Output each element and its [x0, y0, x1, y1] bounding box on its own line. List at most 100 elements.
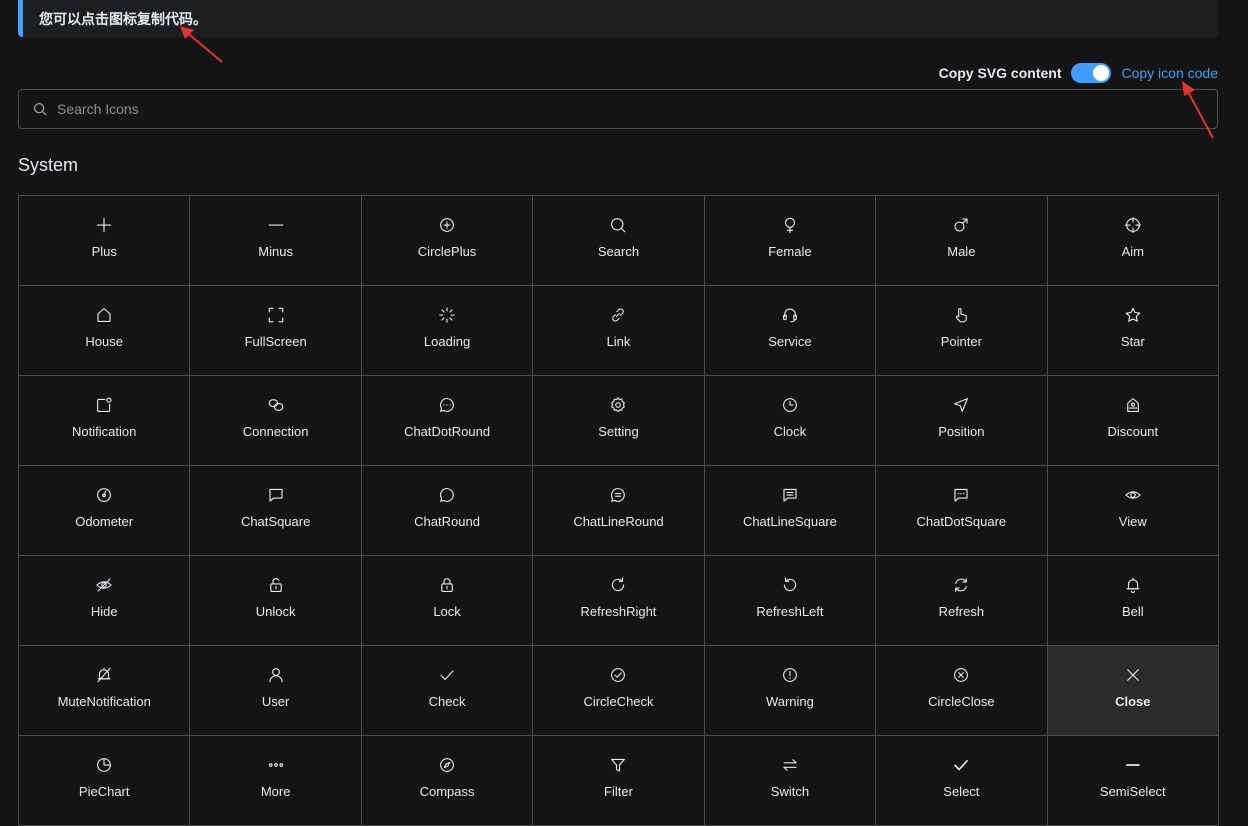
- chat-line-square-icon: [781, 486, 799, 504]
- icon-item[interactable]: ChatRound: [361, 466, 534, 556]
- icon-item[interactable]: Pointer: [876, 286, 1048, 376]
- icon-item[interactable]: Lock: [361, 556, 534, 646]
- icon-item[interactable]: RefreshLeft: [704, 556, 877, 646]
- icon-item[interactable]: MuteNotification: [19, 646, 191, 736]
- icon-item-label: Male: [947, 244, 976, 259]
- icon-item[interactable]: Position: [876, 376, 1048, 466]
- icon-item[interactable]: Check: [361, 646, 534, 736]
- icon-item[interactable]: Connection: [190, 376, 362, 466]
- icon-item[interactable]: Bell: [1047, 556, 1219, 646]
- icon-item-label: MuteNotification: [57, 694, 151, 709]
- icon-item[interactable]: ChatLineSquare: [704, 466, 877, 556]
- setting-icon: [609, 396, 627, 414]
- icon-item-label: Service: [768, 334, 812, 349]
- icon-item[interactable]: FullScreen: [190, 286, 362, 376]
- icon-item-label: Lock: [433, 604, 461, 619]
- icon-item-label: Bell: [1121, 604, 1144, 619]
- icon-item-label: Search: [597, 244, 640, 259]
- tip-banner: 您可以点击图标复制代码。: [18, 0, 1218, 37]
- icon-item[interactable]: Female: [704, 196, 877, 286]
- icon-item[interactable]: Male: [876, 196, 1048, 286]
- compass-icon: [438, 756, 456, 774]
- icon-item-label: View: [1118, 514, 1147, 529]
- icon-item[interactable]: Aim: [1047, 196, 1219, 286]
- icon-item[interactable]: RefreshRight: [533, 556, 705, 646]
- icon-item[interactable]: Notification: [19, 376, 191, 466]
- chat-square-icon: [267, 486, 285, 504]
- copy-options: Copy SVG content Copy icon code: [939, 61, 1218, 85]
- icon-item[interactable]: Star: [1047, 286, 1219, 376]
- search-icon: [609, 216, 627, 234]
- notification-icon: [95, 396, 113, 414]
- icon-item[interactable]: Select: [876, 736, 1048, 826]
- icon-item[interactable]: User: [190, 646, 362, 736]
- icon-item[interactable]: Discount: [1047, 376, 1219, 466]
- icon-item[interactable]: CircleCheck: [533, 646, 705, 736]
- icon-item-label: Female: [768, 244, 812, 259]
- icon-item[interactable]: Hide: [19, 556, 191, 646]
- copy-svg-toggle[interactable]: [1071, 63, 1112, 83]
- icon-item[interactable]: View: [1047, 466, 1219, 556]
- plus-icon: [95, 216, 113, 234]
- icon-item[interactable]: ChatLineRound: [533, 466, 705, 556]
- section-title: System: [18, 155, 79, 175]
- refresh-right-icon: [609, 576, 627, 594]
- loading-icon: [438, 306, 456, 324]
- icon-item[interactable]: Switch: [704, 736, 877, 826]
- icon-item-label: House: [85, 334, 123, 349]
- icon-item[interactable]: PieChart: [19, 736, 191, 826]
- icon-item[interactable]: Service: [704, 286, 877, 376]
- icon-item[interactable]: ChatDotRound: [361, 376, 534, 466]
- icon-item-label: ChatLineSquare: [742, 514, 837, 529]
- lock-icon: [438, 576, 456, 594]
- filter-icon: [609, 756, 627, 774]
- refresh-left-icon: [781, 576, 799, 594]
- user-icon: [267, 666, 285, 684]
- icon-item[interactable]: CircleClose: [876, 646, 1048, 736]
- icon-item[interactable]: Compass: [361, 736, 534, 826]
- refresh-icon: [952, 576, 970, 594]
- icon-item-label: ChatRound: [414, 514, 480, 529]
- icon-item[interactable]: Plus: [19, 196, 191, 286]
- icon-item[interactable]: SemiSelect: [1047, 736, 1219, 826]
- aim-icon: [1124, 216, 1142, 234]
- icon-item[interactable]: Minus: [190, 196, 362, 286]
- icon-item[interactable]: Refresh: [876, 556, 1048, 646]
- chat-line-round-icon: [609, 486, 627, 504]
- select-icon: [952, 756, 970, 774]
- icon-item-label: Refresh: [938, 604, 985, 619]
- search-input[interactable]: [55, 100, 1217, 118]
- icon-item-label: ChatDotRound: [404, 424, 491, 439]
- service-icon: [781, 306, 799, 324]
- toggle-knob: [1093, 65, 1110, 81]
- icon-item[interactable]: Search: [533, 196, 705, 286]
- icon-item[interactable]: ChatDotSquare: [876, 466, 1048, 556]
- icon-item-label: Star: [1120, 334, 1145, 349]
- icon-item[interactable]: Link: [533, 286, 705, 376]
- icon-item[interactable]: Setting: [533, 376, 705, 466]
- icon-item-label: Plus: [91, 244, 117, 259]
- icon-item[interactable]: Filter: [533, 736, 705, 826]
- icon-item[interactable]: More: [190, 736, 362, 826]
- icon-item[interactable]: Warning: [704, 646, 877, 736]
- icon-item-label: Connection: [242, 424, 309, 439]
- icon-item[interactable]: Odometer: [19, 466, 191, 556]
- icon-item-label: Link: [606, 334, 631, 349]
- icon-item[interactable]: Close: [1047, 646, 1219, 736]
- icon-item-label: RefreshLeft: [756, 604, 824, 619]
- close-icon: [1124, 666, 1142, 684]
- hide-icon: [95, 576, 113, 594]
- icon-item[interactable]: ChatSquare: [190, 466, 362, 556]
- clock-icon: [781, 396, 799, 414]
- icon-item[interactable]: Clock: [704, 376, 877, 466]
- circle-plus-icon: [438, 216, 456, 234]
- icon-item[interactable]: Unlock: [190, 556, 362, 646]
- icon-item-label: Notification: [72, 424, 137, 439]
- icon-item[interactable]: House: [19, 286, 191, 376]
- icon-item-label: Setting: [598, 424, 639, 439]
- icon-item[interactable]: Loading: [361, 286, 534, 376]
- icon-item-label: Warning: [765, 694, 814, 709]
- icon-item[interactable]: CirclePlus: [361, 196, 534, 286]
- circle-check-icon: [609, 666, 627, 684]
- copy-icon-code-link[interactable]: Copy icon code: [1121, 65, 1218, 81]
